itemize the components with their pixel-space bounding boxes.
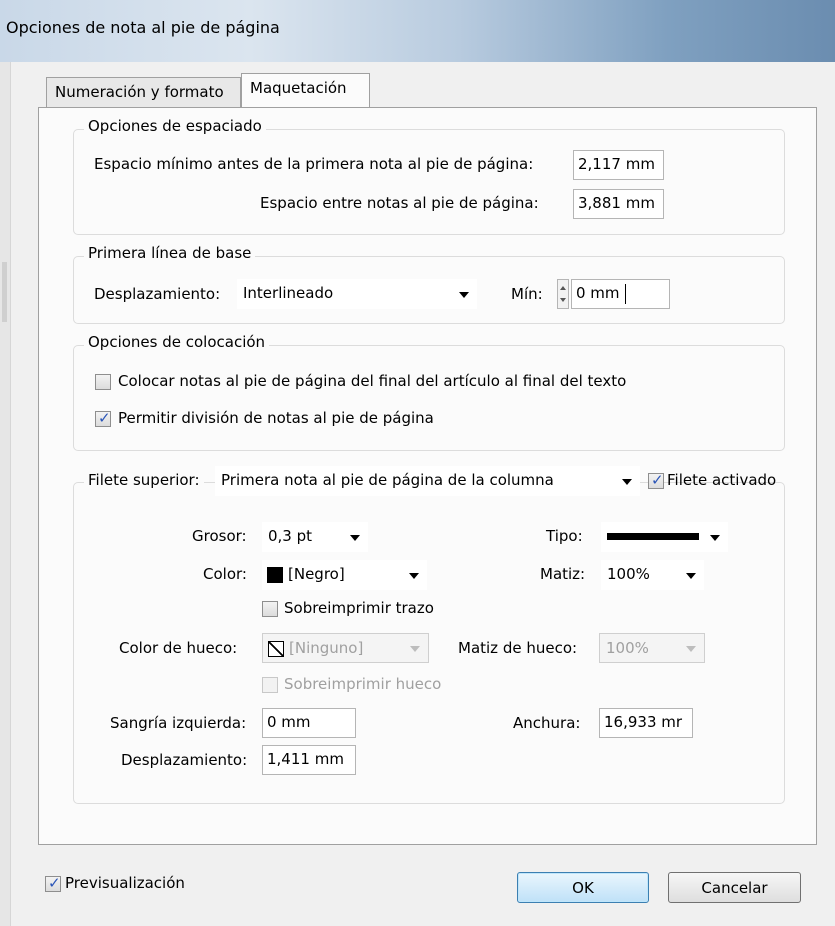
- rule-offset-input[interactable]: 1,411 mm: [262, 745, 356, 775]
- window-title: Opciones de nota al pie de página: [6, 18, 280, 37]
- text-caret: [625, 284, 626, 304]
- allow-split-label: Permitir división de notas al pie de pág…: [118, 409, 434, 427]
- weight-dropdown[interactable]: 0,3 pt: [262, 522, 368, 552]
- gap-tint-value: 100%: [606, 639, 649, 657]
- overprint-stroke-label: Sobreimprimir trazo: [284, 599, 434, 617]
- tint-label: Matiz:: [540, 565, 586, 583]
- color-dropdown[interactable]: [Negro]: [262, 560, 427, 590]
- placement-group: [73, 345, 785, 451]
- allow-split-checkbox[interactable]: ✓: [95, 409, 111, 427]
- gap-tint-dropdown[interactable]: 100%: [599, 633, 705, 663]
- color-swatch-icon: [267, 567, 283, 583]
- rule-above-value: Primera nota al pie de página de la colu…: [221, 471, 554, 489]
- baseline-group-title: Primera línea de base: [84, 244, 256, 262]
- placement-group-title: Opciones de colocación: [84, 333, 270, 351]
- dropdown-arrow-icon: [622, 479, 632, 485]
- spacing-group-title: Opciones de espaciado: [84, 117, 266, 135]
- left-indent-label: Sangría izquierda:: [110, 714, 247, 732]
- ok-button[interactable]: OK: [517, 872, 649, 903]
- gap-color-label: Color de hueco:: [119, 639, 238, 657]
- rule-on-checkbox[interactable]: ✓: [648, 471, 664, 489]
- window-left-edge: [0, 62, 11, 926]
- between-notes-input[interactable]: 3,881 mm: [573, 189, 664, 219]
- dropdown-arrow-icon: [686, 646, 696, 652]
- rule-above-dropdown[interactable]: Primera nota al pie de página de la colu…: [215, 466, 640, 496]
- solid-line-sample: [607, 533, 699, 540]
- dropdown-arrow-icon: [710, 535, 720, 541]
- preview-label: Previsualización: [65, 874, 185, 892]
- none-swatch-icon: [268, 641, 284, 657]
- weight-label: Grosor:: [192, 527, 247, 545]
- dropdown-arrow-icon: [350, 535, 360, 541]
- baseline-offset-label: Desplazamiento:: [94, 285, 221, 303]
- overprint-gap-checkbox[interactable]: [262, 677, 278, 693]
- baseline-min-value: 0 mm: [576, 284, 620, 302]
- weight-value: 0,3 pt: [268, 527, 313, 545]
- place-at-end-checkbox[interactable]: [95, 374, 111, 390]
- cancel-button[interactable]: Cancelar: [668, 872, 801, 903]
- rule-above-label: Filete superior:: [84, 471, 204, 489]
- gap-color-dropdown[interactable]: [Ninguno]: [262, 633, 429, 663]
- checkmark-icon: ✓: [651, 471, 664, 489]
- place-at-end-label: Colocar notas al pie de página del final…: [118, 372, 627, 390]
- tab-numeracion[interactable]: Numeración y formato: [46, 77, 241, 107]
- baseline-offset-dropdown[interactable]: Interlineado: [237, 279, 477, 309]
- spacing-group: [73, 129, 785, 235]
- tab-maquetacion[interactable]: Maquetación: [241, 73, 370, 107]
- checkmark-icon: ✓: [48, 874, 61, 892]
- between-notes-label: Espacio entre notas al pie de página:: [260, 194, 539, 212]
- gap-tint-label: Matiz de hueco:: [458, 639, 578, 657]
- overprint-stroke-checkbox[interactable]: [262, 601, 278, 617]
- min-space-label: Espacio mínimo antes de la primera nota …: [94, 155, 534, 173]
- type-label: Tipo:: [546, 527, 583, 545]
- baseline-offset-value: Interlineado: [243, 284, 334, 302]
- tint-dropdown[interactable]: 100%: [601, 560, 704, 590]
- dropdown-arrow-icon: [409, 573, 419, 579]
- left-indent-input[interactable]: 0 mm: [262, 708, 356, 738]
- width-input[interactable]: 16,933 mr: [599, 708, 693, 738]
- type-dropdown[interactable]: [601, 522, 728, 552]
- baseline-min-label: Mín:: [511, 285, 543, 303]
- min-space-input[interactable]: 2,117 mm: [573, 150, 664, 180]
- color-label: Color:: [203, 565, 247, 583]
- dropdown-arrow-icon: [459, 292, 469, 298]
- rule-offset-label: Desplazamiento:: [121, 751, 248, 769]
- preview-checkbox[interactable]: ✓: [45, 874, 61, 892]
- min-spinner-icon[interactable]: [557, 279, 569, 309]
- dropdown-arrow-icon: [686, 573, 696, 579]
- baseline-min-input[interactable]: 0 mm: [571, 279, 670, 309]
- checkmark-icon: ✓: [98, 409, 111, 427]
- tint-value: 100%: [607, 565, 650, 583]
- rule-on-label: Filete activado: [667, 471, 777, 489]
- width-label: Anchura:: [513, 714, 581, 732]
- dropdown-arrow-icon: [410, 646, 420, 652]
- overprint-gap-label: Sobreimprimir hueco: [284, 675, 442, 693]
